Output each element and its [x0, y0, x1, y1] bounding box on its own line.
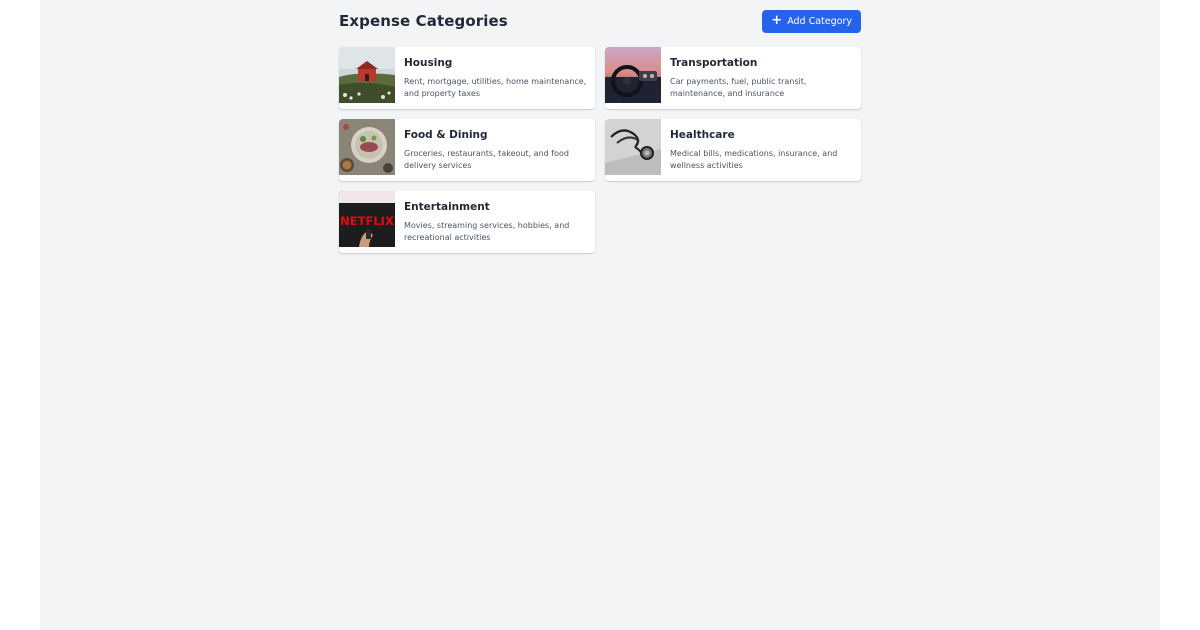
category-card-housing[interactable]: Housing Rent, mortgage, utilities, home …: [339, 47, 595, 109]
category-card-healthcare[interactable]: Healthcare Medical bills, medications, i…: [605, 119, 861, 181]
category-info: Healthcare Medical bills, medications, i…: [661, 119, 861, 181]
page-background: Expense Categories + Add Category Housin…: [40, 0, 1160, 630]
category-image-transportation: [605, 47, 661, 103]
category-description: Movies, streaming services, hobbies, and…: [404, 221, 570, 242]
category-image-healthcare: [605, 119, 661, 175]
category-image-entertainment: NETFLIX: [339, 191, 395, 247]
category-info: Housing Rent, mortgage, utilities, home …: [395, 47, 595, 109]
category-card-transportation[interactable]: Transportation Car payments, fuel, publi…: [605, 47, 861, 109]
page-title: Expense Categories: [339, 12, 508, 30]
category-title: Food & Dining: [404, 129, 488, 141]
page-header: Expense Categories + Add Category: [339, 0, 861, 42]
plus-icon: +: [771, 13, 783, 28]
category-card-food-dining[interactable]: Food & Dining Groceries, restaurants, ta…: [339, 119, 595, 181]
category-title: Healthcare: [670, 129, 735, 141]
category-title: Housing: [404, 57, 453, 69]
category-description: Rent, mortgage, utilities, home maintena…: [404, 77, 587, 98]
add-category-button[interactable]: + Add Category: [762, 9, 861, 33]
category-card-entertainment[interactable]: NETFLIX Entertainment Movies, streaming …: [339, 191, 595, 253]
category-title: Transportation: [670, 57, 758, 69]
category-grid: Housing Rent, mortgage, utilities, home …: [339, 47, 861, 253]
category-info: Transportation Car payments, fuel, publi…: [661, 47, 861, 109]
main-content: Expense Categories + Add Category Housin…: [339, 0, 861, 253]
svg-text:NETFLIX: NETFLIX: [340, 214, 394, 228]
category-description: Medical bills, medications, insurance, a…: [670, 149, 838, 170]
category-title: Entertainment: [404, 201, 490, 213]
category-image-housing: [339, 47, 395, 103]
category-image-food-dining: [339, 119, 395, 175]
add-category-label: Add Category: [787, 15, 852, 27]
category-description: Car payments, fuel, public transit, main…: [670, 77, 807, 98]
category-info: Food & Dining Groceries, restaurants, ta…: [395, 119, 595, 181]
category-description: Groceries, restaurants, takeout, and foo…: [404, 149, 569, 170]
category-info: Entertainment Movies, streaming services…: [395, 191, 595, 253]
